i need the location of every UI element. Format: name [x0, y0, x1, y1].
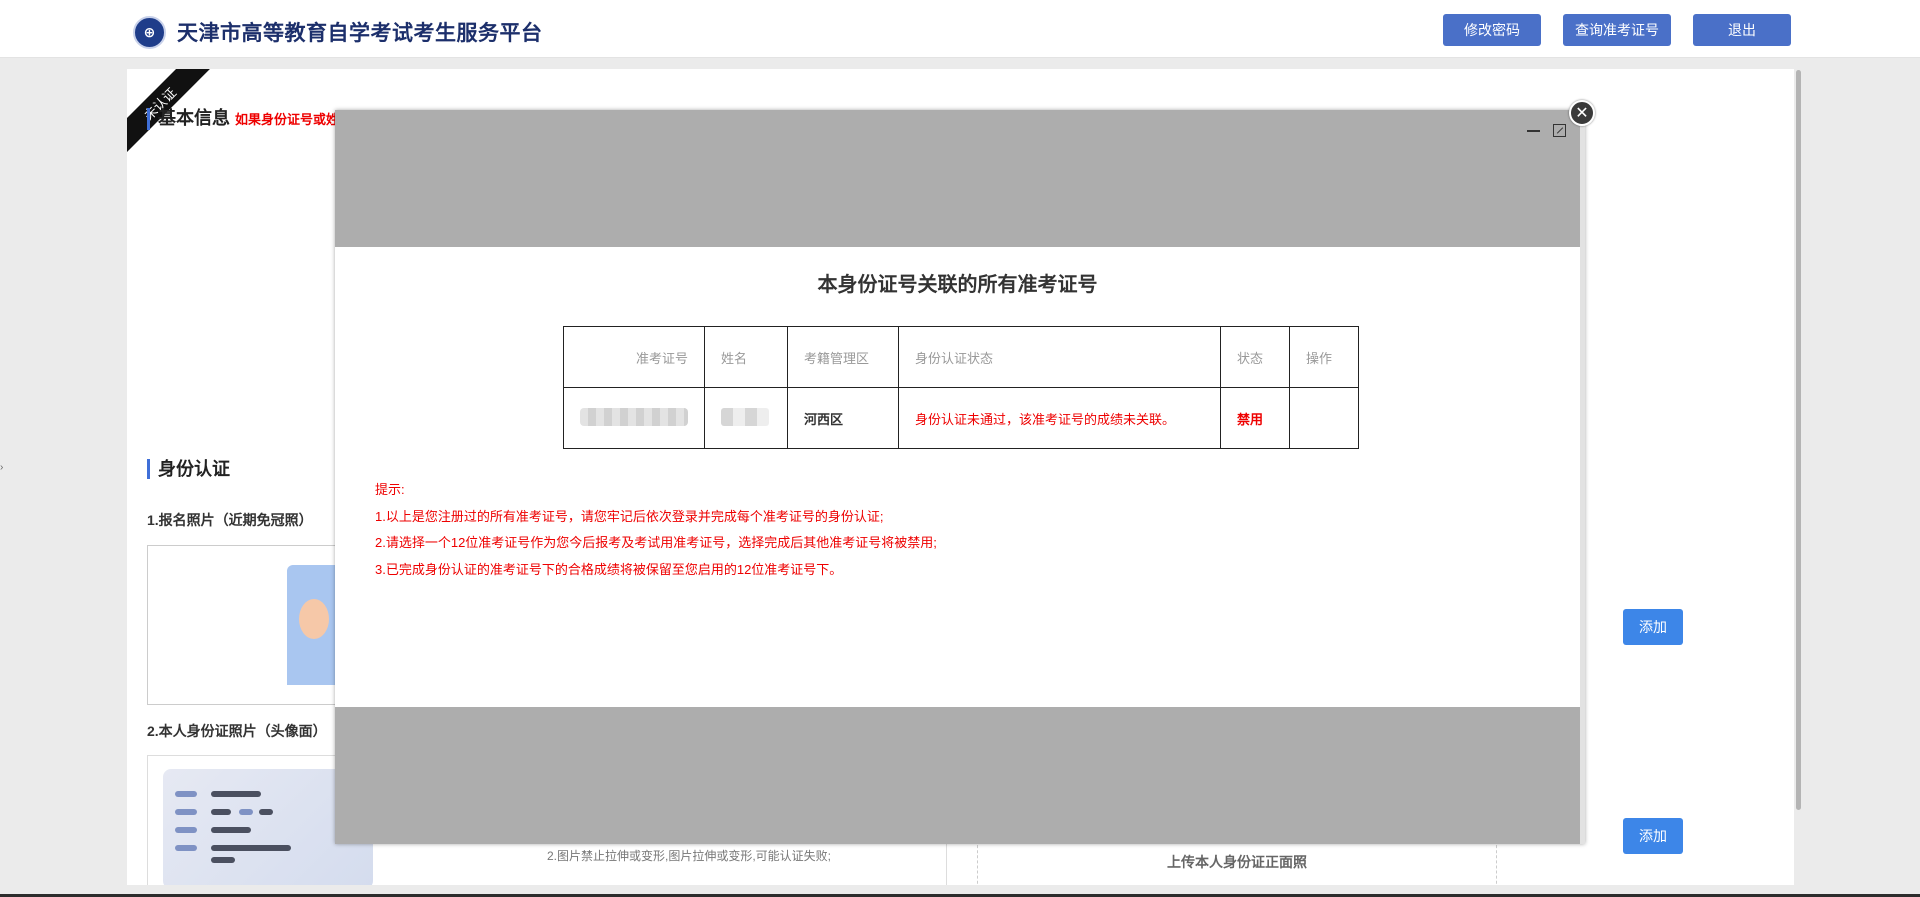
- add-photo-button[interactable]: 添加: [1623, 609, 1683, 645]
- basic-info-note: 如果身份证号或姓: [235, 112, 340, 127]
- ticket-number-cell: [563, 387, 705, 449]
- col-auth-status: 身份认证状态: [898, 326, 1221, 388]
- query-ticket-number-button[interactable]: 查询准考证号: [1563, 14, 1671, 46]
- dialog-scrollbar[interactable]: [1580, 110, 1585, 844]
- add-idcard-button[interactable]: 添加: [1623, 818, 1683, 854]
- name-cell: [704, 387, 788, 449]
- table-header-row: 准考证号 姓名 考籍管理区 身份认证状态 状态 操作: [563, 326, 1359, 388]
- change-password-button[interactable]: 修改密码: [1443, 14, 1541, 46]
- platform-logo-icon: ⊕: [133, 16, 166, 49]
- dialog-title: 本身份证号关联的所有准考证号: [817, 274, 1098, 296]
- idcard-label: 2.本人身份证照片（头像面）: [147, 723, 327, 739]
- tips-heading: 提示:: [375, 482, 405, 497]
- tip-item: 1.以上是您注册过的所有准考证号，请您牢记后依次登录并完成每个准考证号的身份认证…: [375, 508, 884, 524]
- col-name: 姓名: [704, 326, 788, 388]
- tips-block: 提示: 1.以上是您注册过的所有准考证号，请您牢记后依次登录并完成每个准考证号的…: [375, 477, 937, 583]
- site-title: 天津市高等教育自学考试考生服务平台: [177, 22, 543, 45]
- district-cell: 河西区: [787, 387, 899, 449]
- redacted-name: [721, 407, 769, 426]
- auth-status-cell: 身份认证未通过，该准考证号的成绩未关联。: [898, 387, 1221, 449]
- action-cell: [1289, 387, 1359, 449]
- dialog-bottom-band: [335, 707, 1580, 844]
- linked-tickets-dialog: 本身份证号关联的所有准考证号 准考证号 姓名 考籍管理区 身份认证状态 状态 操…: [335, 110, 1585, 844]
- col-action: 操作: [1289, 326, 1359, 388]
- upload-idcard-label: 上传本人身份证正面照: [1167, 854, 1307, 870]
- maximize-icon[interactable]: [1553, 124, 1566, 137]
- avatar-placeholder-image: [287, 565, 337, 685]
- minimize-icon[interactable]: [1527, 130, 1540, 132]
- status-cell: 禁用: [1220, 387, 1290, 449]
- ticket-table: 准考证号 姓名 考籍管理区 身份认证状态 状态 操作 河西区 身份认证未通过，该…: [563, 326, 1359, 449]
- dialog-top-band: [335, 110, 1580, 247]
- page-scrollbar[interactable]: [1796, 70, 1801, 810]
- left-caret-icon: ›: [0, 462, 4, 473]
- tip-item: 3.已完成身份认证的准考证号下的合格成绩将被保留至您启用的12位准考证号下。: [375, 561, 843, 577]
- close-dialog-icon[interactable]: ✕: [1569, 100, 1595, 126]
- table-row: 河西区 身份认证未通过，该准考证号的成绩未关联。 禁用: [563, 387, 1359, 449]
- tip-item: 2.请选择一个12位准考证号作为您今后报考及考试用准考证号，选择完成后其他准考证…: [375, 535, 937, 550]
- top-header: ⊕ 天津市高等教育自学考试考生服务平台 修改密码 查询准考证号 退出: [0, 0, 1920, 58]
- identity-auth-heading: 身份认证: [147, 459, 230, 479]
- col-district: 考籍管理区: [787, 326, 899, 388]
- idcard-tip: 2.图片禁止拉伸或变形,图片拉伸或变形,可能认证失败;: [547, 849, 832, 863]
- basic-info-title: 基本信息: [158, 108, 230, 128]
- photo-label: 1.报名照片（近期免冠照）: [147, 512, 313, 528]
- col-ticket-number: 准考证号: [563, 326, 705, 388]
- col-status: 状态: [1220, 326, 1290, 388]
- logout-button[interactable]: 退出: [1693, 14, 1791, 46]
- basic-info-heading: 基本信息 如果身份证号或姓: [147, 108, 339, 130]
- redacted-ticket-number: [580, 407, 688, 426]
